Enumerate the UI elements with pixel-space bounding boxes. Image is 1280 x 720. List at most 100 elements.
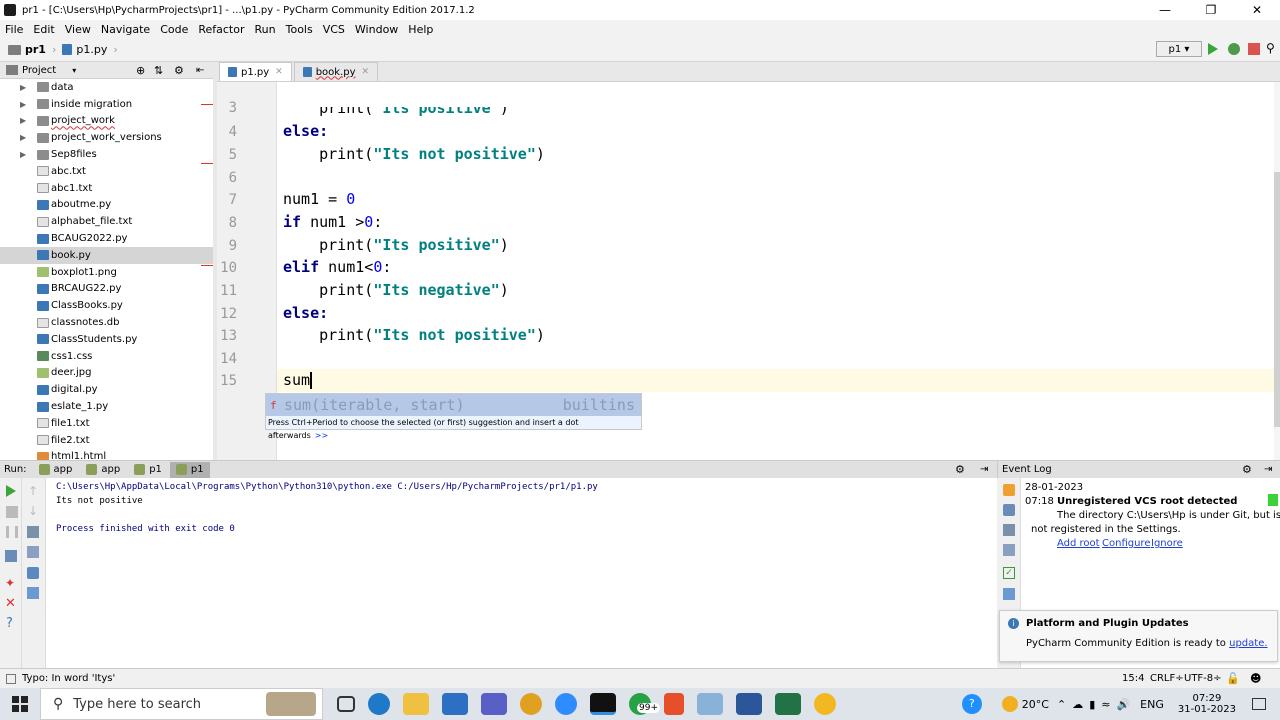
breadcrumb-project[interactable]: pr1: [25, 43, 46, 56]
breadcrumb-file[interactable]: p1.py: [76, 43, 107, 56]
debug-icon[interactable]: [1228, 43, 1240, 55]
trash-icon[interactable]: [1003, 588, 1015, 600]
arrow-down-icon[interactable]: ↓: [28, 504, 40, 518]
mail-icon[interactable]: [442, 693, 468, 715]
menu-help[interactable]: Help: [403, 23, 438, 36]
run-config-select[interactable]: p1 ▾: [1156, 41, 1202, 57]
menu-window[interactable]: Window: [350, 23, 403, 36]
menu-tools[interactable]: Tools: [281, 23, 318, 36]
tree-item-inside-migration[interactable]: ▶ inside migration: [0, 96, 213, 113]
run-icon[interactable]: [1208, 43, 1218, 55]
wifi-icon[interactable]: ≈: [1101, 698, 1110, 711]
trash-icon[interactable]: [27, 587, 39, 599]
tree-item-classstudents-py[interactable]: ClassStudents.py: [0, 331, 213, 348]
hide-icon[interactable]: ⇥: [980, 464, 988, 475]
soft-wrap-icon[interactable]: [1003, 524, 1015, 536]
rerun-icon[interactable]: [6, 485, 16, 497]
run-tab-p1[interactable]: p1: [128, 462, 168, 478]
gear-icon[interactable]: ⚙: [955, 463, 965, 476]
stop-icon[interactable]: [6, 506, 18, 518]
help-icon[interactable]: ?: [6, 616, 18, 631]
pycharm-taskbar-icon[interactable]: [590, 693, 616, 715]
windows-start-icon[interactable]: [12, 696, 28, 712]
expand-arrow-icon[interactable]: ▶: [20, 100, 26, 109]
cloud-icon[interactable]: ☁: [1072, 698, 1083, 711]
notifications-icon[interactable]: [1252, 698, 1266, 710]
scroll-to-end-icon[interactable]: [27, 546, 39, 558]
tree-item-alphabet-file-txt[interactable]: alphabet_file.txt: [0, 213, 213, 230]
chevron-up-icon[interactable]: ⌃: [1057, 698, 1066, 711]
gear-icon[interactable]: ⚙: [1242, 463, 1252, 476]
tree-item-aboutme-py[interactable]: aboutme.py: [0, 197, 213, 214]
hide-icon[interactable]: ⇤: [196, 65, 204, 76]
configure-link[interactable]: Configure: [1102, 538, 1150, 549]
hide-icon[interactable]: ⇥: [1264, 464, 1272, 475]
stop-icon[interactable]: [1248, 43, 1260, 55]
chevron-down-icon[interactable]: ▾: [72, 66, 76, 75]
tree-item-project-work[interactable]: ▶ project_work: [0, 113, 213, 130]
tree-item-abc1-txt[interactable]: abc1.txt: [0, 180, 213, 197]
tree-item-file1-txt[interactable]: file1.txt: [0, 415, 213, 432]
maximize-button[interactable]: ❐: [1188, 0, 1234, 20]
toggle-tool-windows-icon[interactable]: [6, 673, 16, 684]
editor-scrollbar[interactable]: [1274, 82, 1280, 460]
volume-icon[interactable]: 🔊: [1116, 698, 1130, 711]
file-encoding[interactable]: UTF-8÷: [1184, 673, 1222, 684]
close-icon[interactable]: ✕: [275, 67, 283, 77]
excel-icon[interactable]: [775, 693, 801, 715]
paint-icon[interactable]: [814, 693, 836, 715]
tree-item-eslate-1-py[interactable]: eslate_1.py: [0, 398, 213, 415]
battery-icon[interactable]: ▮: [1089, 698, 1095, 711]
project-panel-title[interactable]: Project: [22, 65, 56, 76]
word-icon[interactable]: [736, 693, 762, 715]
pause-icon[interactable]: [6, 526, 18, 538]
whatsapp-icon[interactable]: 99+: [629, 693, 660, 715]
tree-item-css1-css[interactable]: css1.css: [0, 348, 213, 365]
tree-item-classnotes-db[interactable]: classnotes.db: [0, 314, 213, 331]
tree-item-bcaug2022-py[interactable]: BCAUG2022.py: [0, 230, 213, 247]
tree-item-classbooks-py[interactable]: ClassBooks.py: [0, 297, 213, 314]
tree-item-digital-py[interactable]: digital.py: [0, 381, 213, 398]
expand-arrow-icon[interactable]: ▶: [20, 83, 26, 92]
menu-vcs[interactable]: VCS: [318, 23, 350, 36]
tab-p1-py[interactable]: p1.py ✕: [219, 62, 292, 81]
brave-icon[interactable]: [664, 693, 684, 715]
expand-arrow-icon[interactable]: ▶: [20, 116, 26, 125]
checkbox-icon[interactable]: ✓: [1003, 567, 1015, 579]
file-explorer-icon[interactable]: [403, 693, 429, 715]
clock[interactable]: 07:29 31-01-2023: [1178, 693, 1236, 715]
line-separator[interactable]: CRLF÷: [1150, 673, 1184, 684]
inspector-icon[interactable]: ☻: [1250, 672, 1261, 685]
menu-refactor[interactable]: Refactor: [193, 23, 249, 36]
add-root-link[interactable]: Add root: [1057, 538, 1100, 549]
sync-icon[interactable]: ⊕: [136, 64, 145, 77]
taskbar-search-input[interactable]: ⚲ Type here to search: [40, 688, 323, 720]
tree-item-sep8files[interactable]: ▶ Sep8files: [0, 146, 213, 163]
scroll-to-end-icon[interactable]: [1003, 544, 1015, 556]
search-everywhere-icon[interactable]: ⚲: [1266, 41, 1278, 55]
pin-icon[interactable]: ✦: [5, 576, 17, 590]
tree-item-html1-html[interactable]: html1.html: [0, 449, 213, 460]
menu-run[interactable]: Run: [250, 23, 281, 36]
close-icon[interactable]: ✕: [5, 596, 17, 611]
app-icon[interactable]: [697, 693, 723, 715]
chrome-icon[interactable]: [520, 693, 542, 715]
close-icon[interactable]: ✕: [362, 67, 370, 77]
menu-navigate[interactable]: Navigate: [96, 23, 155, 36]
menu-view[interactable]: View: [60, 23, 96, 36]
collapse-icon[interactable]: ⇅: [154, 64, 163, 77]
tree-item-data[interactable]: ▶ data: [0, 79, 213, 96]
run-tab-app[interactable]: app: [33, 462, 79, 478]
task-view-icon[interactable]: [337, 696, 355, 712]
run-console[interactable]: C:\Users\Hp\AppData\Local\Programs\Pytho…: [46, 478, 997, 668]
minimize-button[interactable]: —: [1142, 0, 1188, 20]
weather-temp[interactable]: 20°C: [1022, 698, 1049, 711]
hint-link[interactable]: >>: [315, 431, 328, 440]
expand-arrow-icon[interactable]: ▶: [20, 150, 26, 159]
close-button[interactable]: ✕: [1234, 0, 1280, 20]
scrollbar-thumb[interactable]: [1274, 172, 1280, 427]
autocomplete-item[interactable]: f sum(iterable, start) builtins: [266, 394, 641, 416]
lock-icon[interactable]: 🔓: [1226, 672, 1240, 685]
menu-code[interactable]: Code: [155, 23, 193, 36]
language-indicator[interactable]: ENG: [1140, 698, 1164, 711]
